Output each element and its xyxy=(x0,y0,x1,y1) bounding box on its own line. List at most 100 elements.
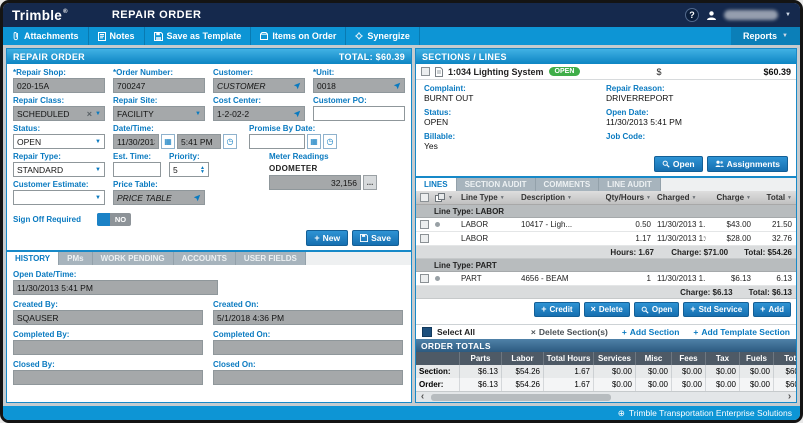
tab-line-audit[interactable]: LINE AUDIT xyxy=(599,178,661,191)
column-total[interactable]: Total▼ xyxy=(754,193,796,202)
lookup-icon[interactable] xyxy=(293,82,301,90)
chevron-down-icon[interactable]: ▼ xyxy=(95,167,101,173)
assignments-button[interactable]: Assignments xyxy=(707,156,788,172)
user-icon[interactable] xyxy=(706,10,717,21)
horizontal-scrollbar[interactable]: ‹ › xyxy=(416,391,796,402)
scroll-right-icon[interactable]: › xyxy=(783,392,796,402)
chevron-down-icon[interactable]: ▼ xyxy=(95,139,101,145)
tab-user-fields[interactable]: USER FIELDS xyxy=(236,252,306,265)
std-service-button[interactable]: +Std Service xyxy=(683,302,749,317)
billable-field: Billable: Yes xyxy=(424,132,606,151)
cost-center-label: Cost Center: xyxy=(213,96,305,105)
chevron-down-icon[interactable]: ▼ xyxy=(195,111,201,117)
column-description[interactable]: Description▼ xyxy=(518,193,606,202)
lookup-icon[interactable] xyxy=(293,110,301,118)
credit-button[interactable]: +Credit xyxy=(534,302,579,317)
open-line-button[interactable]: Open xyxy=(634,302,679,317)
select-all-checkbox[interactable] xyxy=(422,327,432,337)
cell-value: $0.00 xyxy=(740,378,774,391)
tab-pms[interactable]: PMs xyxy=(59,252,92,265)
header-checkbox[interactable] xyxy=(420,193,429,202)
clear-icon[interactable]: × xyxy=(87,109,92,119)
lookup-icon[interactable] xyxy=(193,194,201,202)
row-checkbox[interactable] xyxy=(420,220,429,229)
tab-lines[interactable]: LINES xyxy=(416,178,457,191)
price-table-input[interactable]: PRICE TABLE xyxy=(113,190,205,205)
tab-work-pending[interactable]: WORK PENDING xyxy=(93,252,174,265)
repair-site-dropdown[interactable]: FACILITY ▼ xyxy=(113,106,205,121)
select-all-label[interactable]: Select All xyxy=(437,327,475,337)
tab-accounts[interactable]: ACCOUNTS xyxy=(174,252,236,265)
tab-section-audit[interactable]: SECTION AUDIT xyxy=(457,178,536,191)
customer-estimate-input[interactable]: ▼ xyxy=(13,190,105,205)
promise-by-date-input[interactable] xyxy=(249,134,305,149)
tab-comments[interactable]: COMMENTS xyxy=(536,178,600,191)
calendar-icon[interactable]: ▦ xyxy=(161,134,175,149)
delete-button[interactable]: ×Delete xyxy=(584,302,630,317)
repair-shop-label: *Repair Shop: xyxy=(13,68,105,77)
customer-estimate-label: Customer Estimate: xyxy=(13,180,105,189)
sign-off-toggle[interactable]: NO xyxy=(97,213,131,226)
repair-shop-input[interactable]: 020-15A xyxy=(13,78,105,93)
status-dropdown[interactable]: OPEN ▼ xyxy=(13,134,105,149)
group-summary-labor: Hours: 1.67 Charge: $71.00 Total: $54.26 xyxy=(416,246,796,259)
notes-button[interactable]: Notes xyxy=(89,27,145,45)
items-on-order-button[interactable]: Items on Order xyxy=(251,27,346,45)
repair-type-dropdown[interactable]: STANDARD ▼ xyxy=(13,162,105,177)
row-checkbox[interactable] xyxy=(420,234,429,243)
open-section-button[interactable]: Open xyxy=(654,156,703,172)
customer-po-input[interactable] xyxy=(313,106,405,121)
plus-icon: + xyxy=(693,327,698,337)
clock-icon[interactable]: ◷ xyxy=(223,134,237,149)
calendar-icon[interactable]: ▦ xyxy=(307,134,321,149)
trimble-logo: Trimble ® xyxy=(12,8,68,23)
column-charged[interactable]: Charged▼ xyxy=(654,193,706,202)
delete-sections-link[interactable]: ×Delete Section(s) xyxy=(531,327,608,337)
section-checkbox[interactable] xyxy=(421,67,430,76)
chevron-down-icon[interactable]: ▼ xyxy=(448,195,453,201)
chevron-down-icon[interactable]: ▼ xyxy=(95,195,101,201)
time-input[interactable]: 5:41 PM xyxy=(177,134,221,149)
table-row[interactable]: LABOR 10417 - Ligh... 0.50 11/30/2013 1.… xyxy=(416,218,796,232)
new-button[interactable]: + New xyxy=(306,230,348,246)
tab-history[interactable]: HISTORY xyxy=(7,252,59,265)
scrollbar-thumb[interactable] xyxy=(431,394,611,401)
reports-button[interactable]: Reports ▼ xyxy=(731,27,800,45)
odometer-input[interactable]: 32,156 xyxy=(269,175,361,190)
help-icon[interactable]: ? xyxy=(685,8,699,22)
closed-by-field-group: Closed By: xyxy=(13,360,203,385)
section-summary-row[interactable]: 1:034 Lighting System OPEN $ $60.39 xyxy=(416,64,796,80)
add-button[interactable]: +Add xyxy=(753,302,791,317)
date-input[interactable]: 11/30/2013 xyxy=(113,134,159,149)
unit-input[interactable]: 0018 xyxy=(313,78,405,93)
open-date-field: Open Date: 11/30/2013 5:41 PM xyxy=(606,108,788,127)
synergize-button[interactable]: Synergize xyxy=(346,27,420,45)
spinner-down-icon[interactable]: ▼ xyxy=(200,170,205,174)
more-button[interactable]: ... xyxy=(363,175,377,190)
priority-stepper[interactable]: 5 ▲ ▼ xyxy=(169,162,209,177)
save-button[interactable]: Save xyxy=(352,230,399,246)
table-row[interactable]: PART 4656 - BEAM 1 11/30/2013 1... $6.13… xyxy=(416,272,796,286)
scroll-left-icon[interactable]: ‹ xyxy=(416,392,429,402)
table-row[interactable]: LABOR 1.17 11/30/2013 1:0... $28.00 32.7… xyxy=(416,232,796,246)
layered-pages-icon[interactable] xyxy=(435,193,446,202)
column-line-type[interactable]: Line Type▼ xyxy=(458,193,518,202)
est-time-input[interactable] xyxy=(113,162,161,177)
chevron-down-icon[interactable]: ▼ xyxy=(785,12,791,18)
add-template-section-link[interactable]: +Add Template Section xyxy=(693,327,790,337)
row-checkbox[interactable] xyxy=(420,274,429,283)
items-on-order-label: Items on Order xyxy=(272,31,336,41)
save-as-template-button[interactable]: Save as Template xyxy=(145,27,252,45)
column-qty-hours[interactable]: Qty/Hours▼ xyxy=(606,193,654,202)
cell-charge: $43.00 xyxy=(706,220,754,229)
add-section-link[interactable]: +Add Section xyxy=(622,327,680,337)
customer-input[interactable]: CUSTOMER xyxy=(213,78,305,93)
lookup-icon[interactable] xyxy=(393,82,401,90)
attachments-button[interactable]: Attachments xyxy=(3,27,89,45)
repair-class-combo[interactable]: SCHEDULED × ▼ xyxy=(13,106,105,121)
column-charge[interactable]: Charge▼ xyxy=(706,193,754,202)
clock-icon[interactable]: ◷ xyxy=(323,134,337,149)
cost-center-input[interactable]: 1-2-02-2 xyxy=(213,106,305,121)
order-number-input[interactable]: 700247 xyxy=(113,78,205,93)
chevron-down-icon[interactable]: ▼ xyxy=(95,111,101,117)
